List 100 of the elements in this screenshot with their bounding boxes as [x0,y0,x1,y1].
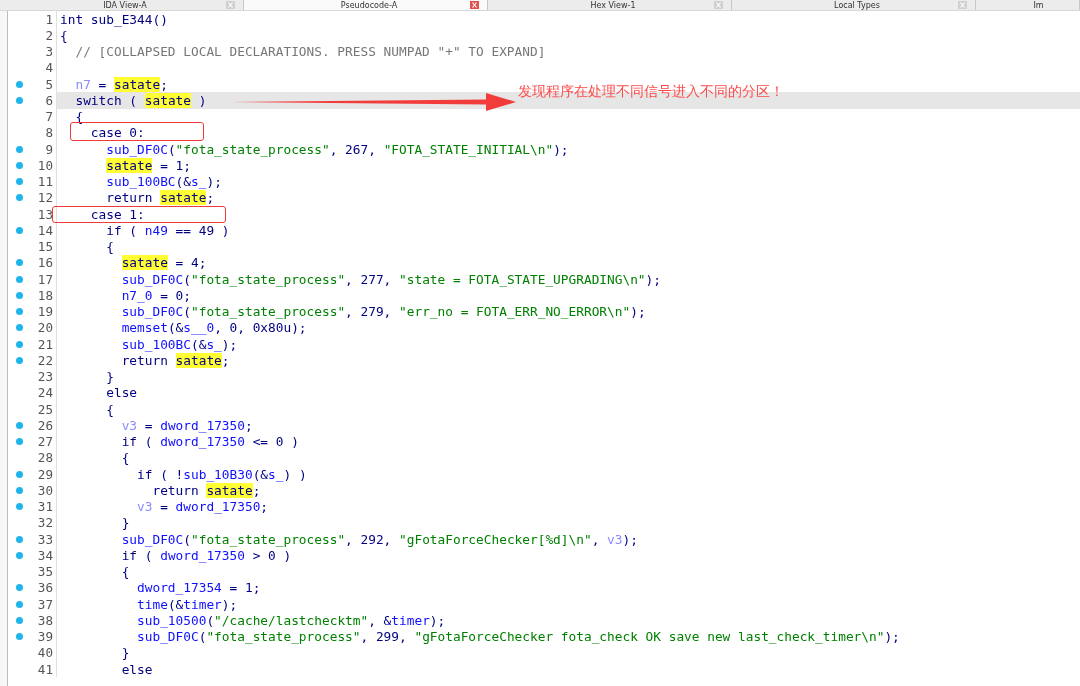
line-number: 13 [36,206,53,222]
tab[interactable]: Hex View-1 [488,0,732,10]
line-number: 29 [36,466,53,482]
line-number: 39 [36,629,53,645]
code-line: sub_DF0C("fota_state_process", 279, "err_no = FOTA_ERR_NO_ERROR\n"); [120,304,646,320]
line-number: 16 [36,255,53,271]
breakpoint-dot[interactable] [15,438,23,446]
close-icon[interactable] [714,1,723,9]
code-line: if ( dword_17350 > 0 ) [120,547,292,563]
line-number: 20 [36,320,53,336]
line-number: 34 [36,547,53,563]
code-line: } [120,645,130,661]
tab[interactable]: Im [976,0,1080,10]
breakpoint-dot[interactable] [15,259,23,267]
close-icon[interactable] [470,1,479,9]
line-number: 11 [36,174,53,190]
breakpoint-dot[interactable] [15,356,23,364]
breakpoint-dot[interactable] [15,551,23,559]
code-line: else [120,661,153,677]
breakpoint-dot[interactable] [15,584,23,592]
code-line: v3 = dword_17350; [136,499,269,515]
code-line: { [60,27,68,43]
code-line: return satate; [151,482,261,498]
breakpoint-dot[interactable] [15,194,23,202]
code-line: satate = 4; [120,255,207,271]
breakpoint-dot[interactable] [15,178,23,186]
line-number: 24 [36,385,53,401]
line-number: 9 [44,141,53,157]
code-line: sub_100BC(&s_); [120,336,238,352]
code-line: satate = 1; [105,157,191,173]
code-line: } [120,515,130,531]
breakpoint-dot[interactable] [15,616,23,624]
tab[interactable]: Pseudocode-A [244,0,488,10]
line-number: 27 [36,434,53,450]
code-line: } [105,369,114,385]
code-line: memset(&s__0, 0, 0x80u); [120,320,307,336]
line-number: 41 [36,661,53,677]
line-number: 26 [36,417,53,433]
line-number: 37 [36,596,53,612]
breakpoint-dot[interactable] [15,340,23,348]
code-line: n7_0 = 0; [120,287,191,303]
breakpoint-dot[interactable] [15,470,23,478]
line-number: 6 [44,92,53,108]
code-line: if ( !sub_10B30(&s_) ) [136,466,307,482]
line-number: 28 [36,450,53,466]
code-line: sub_DF0C("fota_state_process", 277, "state = FOTA_STATE_UPGRADING\n"); [120,271,661,287]
tab[interactable]: IDA View-A [0,0,244,10]
breakpoint-dot[interactable] [15,486,23,494]
code-line: // [COLLAPSED LOCAL DECLARATIONS. PRESS NUMPAD "+" TO EXPAND] [74,44,546,60]
line-number: 12 [36,190,53,206]
line-number: 33 [36,531,53,547]
line-number: 32 [36,515,53,531]
breakpoint-dot[interactable] [15,633,23,641]
close-icon[interactable] [958,1,967,9]
breakpoint-dot[interactable] [15,275,23,283]
breakpoint-dot[interactable] [15,161,23,169]
tab[interactable]: Local Types [732,0,976,10]
line-number: 3 [44,44,53,60]
code-line: sub_DF0C("fota_state_process", 292, "gFotaForceChecker[%d]\n", v3); [120,531,638,547]
code-line: if ( dword_17350 <= 0 ) [120,434,299,450]
breakpoint-dot[interactable] [15,535,23,543]
code-line: { [120,564,130,580]
line-number: 18 [36,287,53,303]
code-line: case 1: [89,206,145,222]
breakpoint-dot[interactable] [15,308,23,316]
code-line: if ( n49 == 49 ) [105,222,230,238]
breakpoint-dot[interactable] [15,145,23,153]
line-number: 14 [36,222,53,238]
line-number: 10 [36,157,53,173]
breakpoint-dot[interactable] [15,503,23,511]
line-number: 35 [36,564,53,580]
code-line: sub_10500("/cache/lastchecktm", &timer); [136,612,446,628]
breakpoint-dot[interactable] [15,600,23,608]
line-number: 5 [44,76,53,92]
line-number: 25 [36,401,53,417]
line-number: 31 [36,499,53,515]
close-icon[interactable] [226,1,235,9]
breakpoint-dot[interactable] [15,96,23,104]
code-line: dword_17354 = 1; [136,580,261,596]
breakpoint-dot[interactable] [15,421,23,429]
line-number: 40 [36,645,53,661]
breakpoint-dot[interactable] [15,80,23,88]
code-line: sub_100BC(&s_); [105,174,222,190]
code-line: { [120,450,130,466]
line-number: 19 [36,304,53,320]
breakpoint-dot[interactable] [15,324,23,332]
code-line: switch ( satate ) [74,92,207,108]
line-number: 21 [36,336,53,352]
code-line: return satate; [105,190,215,206]
code-line: time(&timer); [136,596,238,612]
code-line: sub_DF0C("fota_state_process", 267, "FOTA_STATE_INITIAL\n"); [105,141,569,157]
line-number: 38 [36,612,53,628]
line-number: 7 [44,109,53,125]
code-line: { [105,401,114,417]
code-line: v3 = dword_17350; [120,417,253,433]
line-number: 8 [44,125,53,141]
breakpoint-dot[interactable] [15,291,23,299]
line-number: 30 [36,482,53,498]
line-number: 2 [44,27,53,43]
breakpoint-dot[interactable] [15,226,23,234]
